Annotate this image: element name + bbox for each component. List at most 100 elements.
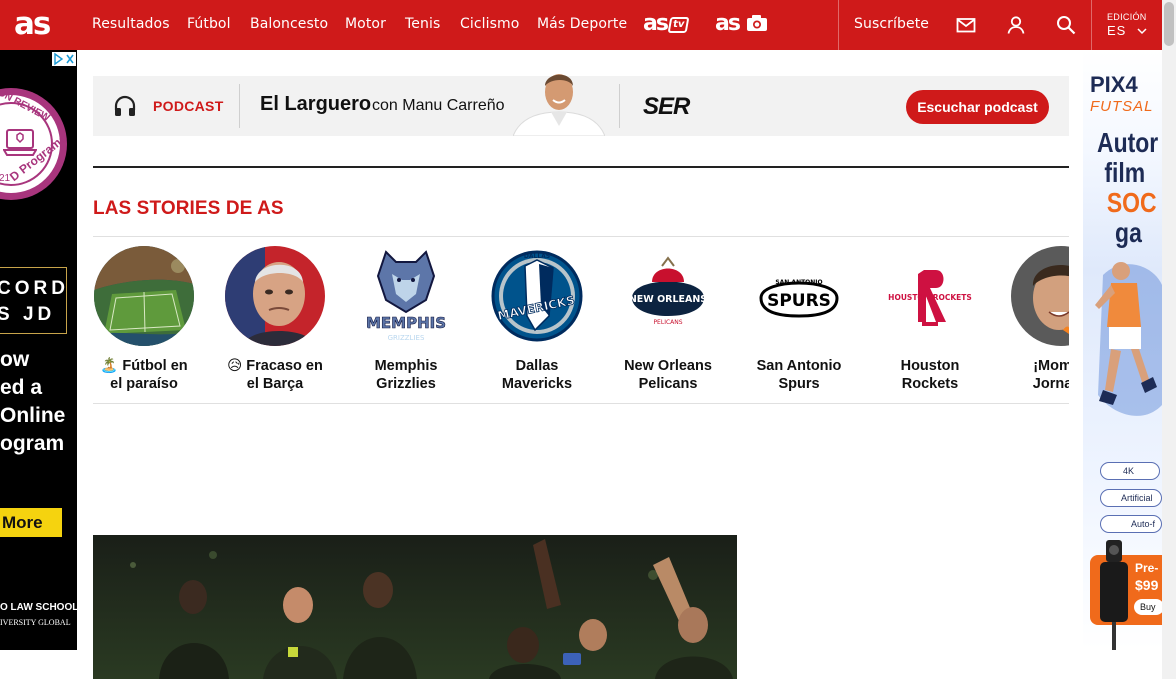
story-label: ¡Momen Jornada <box>1001 357 1069 393</box>
right-ad-headline-line: Autor <box>1097 127 1159 158</box>
subscribe-link[interactable]: Suscríbete <box>854 16 929 32</box>
ad-footer-2: IVERSITY GLOBAL <box>0 618 71 627</box>
as-photo-link[interactable]: as <box>715 11 768 36</box>
ad-headline-line: ed a <box>0 376 43 399</box>
right-ad-headline: Autor film SOC ga <box>1097 128 1158 248</box>
story-item[interactable]: NEW ORLEANS PELICANS New Orleans Pelican… <box>608 237 728 403</box>
story-thumbnail <box>94 246 194 346</box>
pix4-logo: PIX4 <box>1090 72 1138 97</box>
record-line-1: CORD <box>0 278 69 299</box>
story-item[interactable]: HOUSTON ROCKETS Houston Rockets <box>870 237 990 403</box>
ad-footer-1: O LAW SCHOOL <box>0 602 77 613</box>
price-line-2: $99 <box>1135 577 1159 593</box>
story-label-line: 😥 Fracaso en <box>227 358 323 374</box>
ad-choices-badge[interactable] <box>52 52 76 66</box>
story-item[interactable]: SAN ANTONIO SPURS San Antonio Spurs <box>739 237 859 403</box>
island-stadium-image <box>94 246 194 346</box>
logo-subtext: PELICANS <box>653 319 682 326</box>
story-label: 🏝️ Fútbol en el paraíso <box>93 357 204 393</box>
san-antonio-spurs-logo: SAN ANTONIO SPURS <box>759 279 839 318</box>
right-advertisement[interactable]: PIX4 FUTSAL Autor film SOC ga 4K Artific… <box>1083 50 1162 650</box>
story-item[interactable]: 🏝️ Fútbol en el paraíso <box>93 237 204 403</box>
story-label-line: ¡Momen <box>1033 358 1069 374</box>
search-icon[interactable] <box>1055 14 1077 36</box>
new-orleans-pelicans-logo: NEW ORLEANS PELICANS <box>629 256 707 326</box>
nav-resultados[interactable]: Resultados <box>92 16 170 32</box>
logo-text: SPURS <box>767 291 831 311</box>
feature-pill: 4K <box>1100 462 1160 480</box>
mail-icon[interactable] <box>955 14 977 36</box>
buy-button[interactable]: Buy <box>1134 599 1162 615</box>
scrollbar-track[interactable] <box>1162 0 1176 679</box>
logo-text: MEMPHIS <box>366 314 446 332</box>
story-label-line: Grizzlies <box>376 376 436 392</box>
ad-headline-line: ogram <box>0 432 65 455</box>
top-navigation-bar: as Resultados Fútbol Baloncesto Motor Te… <box>0 0 1162 50</box>
story-label-line: Spurs <box>778 376 820 392</box>
section-divider <box>93 166 1069 168</box>
accreditation-badge: ON REVIEW 21 D Programs <box>0 87 69 200</box>
left-advertisement[interactable]: ON REVIEW 21 D Programs CORD S JD ow ed … <box>0 50 77 650</box>
houston-rockets-logo: HOUSTON ROCKETS <box>888 270 972 326</box>
story-label: New Orleans Pelicans <box>608 357 728 393</box>
portrait-image <box>1011 246 1069 346</box>
logo-toptext: SAN ANTONIO <box>775 279 822 286</box>
learn-more-button[interactable]: More <box>0 508 62 537</box>
story-label-line: Jornada <box>1032 376 1069 392</box>
story-label: Houston Rockets <box>870 357 990 393</box>
ad-headline-line: Online <box>0 404 66 427</box>
story-label-line: Rockets <box>901 376 959 392</box>
soccer-player-illustration <box>1095 262 1162 416</box>
story-thumbnail: DALLAS MAVERICKS <box>487 246 587 346</box>
story-item[interactable]: MEMPHIS GRIZZLIES Memphis Grizzlies <box>346 237 466 403</box>
chevron-down-icon <box>1137 28 1147 35</box>
logo-subtext: GRIZZLIES <box>388 334 425 342</box>
as-logo[interactable]: as <box>14 6 51 42</box>
as-photo-logo-text: as <box>715 11 741 36</box>
logo-text: NEW ORLEANS <box>629 294 707 305</box>
listen-podcast-button[interactable]: Escuchar podcast <box>906 90 1049 124</box>
nav-futbol[interactable]: Fútbol <box>187 16 231 32</box>
nav-tenis[interactable]: Tenis <box>405 16 440 32</box>
ad-choices-icon <box>54 52 74 66</box>
nav-mas-deporte[interactable]: Más Deporte <box>537 16 627 32</box>
logo-toptext: DALLAS <box>524 253 550 260</box>
story-thumbnail <box>1011 246 1069 346</box>
portrait-image <box>225 246 325 346</box>
cadena-ser-logo: SER <box>643 93 690 120</box>
story-item[interactable]: ¡Momen Jornada <box>1001 237 1069 403</box>
nav-baloncesto[interactable]: Baloncesto <box>250 16 328 32</box>
story-item[interactable]: DALLAS MAVERICKS Dallas Mavericks <box>477 237 597 403</box>
podcast-banner[interactable]: PODCAST El Larguero con Manu Carreño SER… <box>93 74 1069 136</box>
podcast-title[interactable]: El Larguero <box>260 93 371 116</box>
story-label: 😥 Fracaso en el Barça <box>215 357 335 393</box>
story-label: Dallas Mavericks <box>477 357 597 393</box>
headphones-icon <box>114 95 136 116</box>
nav-ciclismo[interactable]: Ciclismo <box>460 16 519 32</box>
user-icon[interactable] <box>1005 14 1027 36</box>
story-label-line: San Antonio <box>756 358 842 374</box>
right-ad-headline-line: film <box>1104 157 1146 188</box>
camera-device-image <box>1100 540 1128 650</box>
story-label-line: New Orleans <box>624 358 712 374</box>
story-label: Memphis Grizzlies <box>346 357 466 393</box>
as-tv-link[interactable]: as tv <box>643 11 690 36</box>
story-thumbnail <box>225 246 325 346</box>
nav-divider <box>1091 0 1092 50</box>
price-line-1: Pre- <box>1135 561 1159 575</box>
lead-article-image[interactable] <box>93 535 737 679</box>
nav-motor[interactable]: Motor <box>345 16 386 32</box>
story-label-line: Mavericks <box>501 376 573 392</box>
scrollbar-thumb[interactable] <box>1164 2 1174 46</box>
edition-selector[interactable]: ES <box>1107 23 1147 38</box>
podcast-label: PODCAST <box>153 98 224 114</box>
as-tv-logo-text: as <box>643 11 669 36</box>
story-thumbnail: HOUSTON ROCKETS <box>880 246 980 346</box>
story-item[interactable]: 😥 Fracaso en el Barça <box>215 237 335 403</box>
host-portrait <box>513 74 605 136</box>
story-thumbnail: MEMPHIS GRIZZLIES <box>356 246 456 346</box>
stories-carousel[interactable]: 🏝️ Fútbol en el paraíso 😥 Fracaso en el … <box>93 237 1069 403</box>
story-label-line: el paraíso <box>110 376 178 392</box>
podcast-divider <box>619 84 620 128</box>
podcast-divider <box>239 84 240 128</box>
